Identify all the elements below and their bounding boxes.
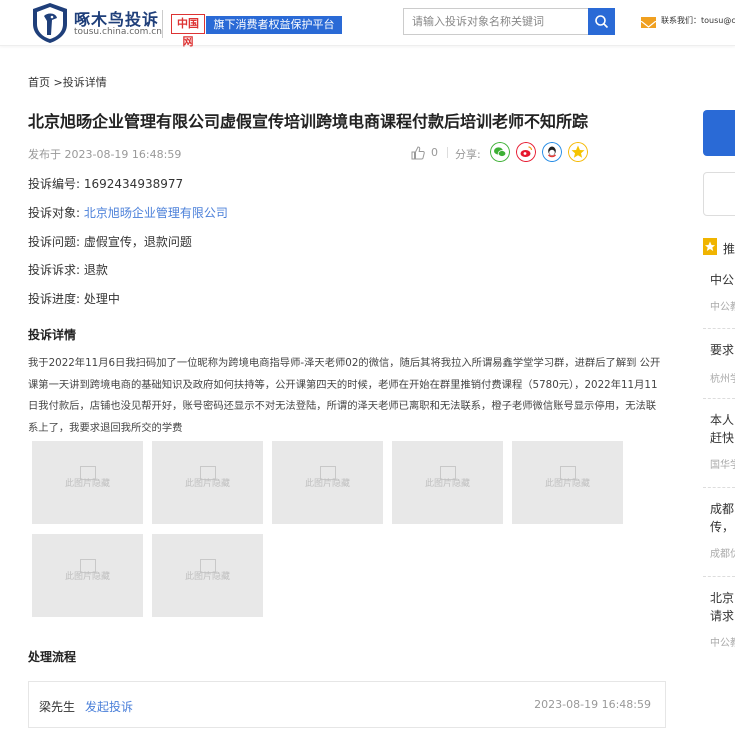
- search-input[interactable]: [403, 8, 588, 35]
- process-entry: 梁先生 发起投诉 2023-08-19 16:48:59: [28, 681, 666, 728]
- field-label: 投诉诉求:: [28, 263, 81, 277]
- image-thumbnail[interactable]: 此图片隐藏: [152, 441, 263, 524]
- image-placeholder-text: 此图片隐藏: [544, 479, 590, 489]
- image-placeholder-text: 此图片隐藏: [184, 572, 230, 582]
- sidebar-divider: [703, 487, 735, 488]
- sidebar-list-source: 成都优: [710, 549, 735, 560]
- slogan-banner: 旗下消费者权益保护平台: [206, 16, 342, 34]
- qzone-icon[interactable]: [568, 142, 588, 162]
- breadcrumb-separator: >: [50, 76, 63, 89]
- brand-domain: tousu.china.com.cn: [74, 27, 162, 37]
- field-value: 处理中: [83, 292, 120, 306]
- image-thumbnail[interactable]: 此图片隐藏: [152, 534, 263, 617]
- process-time: 2023-08-19 16:48:59: [534, 698, 651, 711]
- image-placeholder-text: 此图片隐藏: [184, 479, 230, 489]
- header-divider: [162, 10, 163, 38]
- field-value: 1692434938977: [83, 177, 184, 191]
- like-count: 0: [431, 146, 438, 159]
- breadcrumb: 首页 >投诉详情: [28, 74, 107, 90]
- field-label: 投诉进度:: [28, 292, 81, 306]
- image-placeholder-text: 此图片隐藏: [64, 479, 110, 489]
- woodpecker-logo-icon[interactable]: [30, 2, 70, 44]
- star-icon: [703, 238, 717, 255]
- sidebar-search-box[interactable]: [703, 172, 735, 216]
- sidebar-list-item[interactable]: 本人 赶快: [710, 411, 734, 447]
- field-label: 投诉编号:: [28, 177, 81, 191]
- wechat-icon[interactable]: [490, 142, 510, 162]
- sidebar-list-source: 中公教: [710, 638, 735, 649]
- image-thumbnail[interactable]: 此图片隐藏: [392, 441, 503, 524]
- qq-icon[interactable]: [542, 142, 562, 162]
- sidebar-list-source: 国华学: [710, 460, 735, 471]
- site-header: 啄木鸟投诉 tousu.china.com.cn 中国网 旗下消费者权益保护平台…: [0, 0, 735, 48]
- share-label: 分享:: [455, 148, 481, 161]
- page-title: 北京旭旸企业管理有限公司虚假宣传培训跨境电商课程付款后培训老师不知所踪: [28, 112, 589, 131]
- sidebar-list-item[interactable]: 要求: [710, 341, 734, 359]
- image-placeholder-text: 此图片隐藏: [304, 479, 350, 489]
- sidebar-list-item[interactable]: 成都 传，: [710, 500, 734, 536]
- process-heading: 处理流程: [28, 650, 77, 664]
- mail-icon: [640, 17, 657, 28]
- field-complaint-progress: 投诉进度: 处理中: [28, 290, 120, 307]
- image-thumbnail[interactable]: 此图片隐藏: [32, 534, 143, 617]
- complaint-description: 我于2022年11月6日我扫码加了一位昵称为跨境电商指导师-泽天老师02的微信，…: [28, 357, 661, 434]
- sidebar-list-source: 杭州学: [710, 374, 735, 385]
- field-complaint-id: 投诉编号: 1692434938977: [28, 175, 183, 192]
- search-button[interactable]: [588, 8, 615, 35]
- sidebar-divider: [703, 576, 735, 577]
- sidebar-list-item[interactable]: 北京 请求: [710, 589, 734, 625]
- publish-time: 发布于 2023-08-19 16:48:59: [28, 148, 182, 161]
- field-value: 虚假宣传，退款问题: [83, 235, 192, 249]
- image-placeholder-text: 此图片隐藏: [424, 479, 470, 489]
- sidebar-divider: [703, 328, 735, 329]
- image-thumbnail[interactable]: 此图片隐藏: [272, 441, 383, 524]
- company-link[interactable]: 北京旭旸企业管理有限公司: [84, 206, 228, 220]
- process-action[interactable]: 发起投诉: [85, 698, 133, 715]
- sidebar-recommend-title: 推: [723, 242, 735, 256]
- weibo-icon[interactable]: [516, 142, 536, 162]
- image-thumbnail[interactable]: 此图片隐藏: [32, 441, 143, 524]
- field-label: 投诉对象:: [28, 206, 81, 220]
- sidebar-list-source: 中公教: [710, 302, 735, 313]
- partner-logo[interactable]: 中国网: [171, 14, 205, 48]
- image-placeholder-text: 此图片隐藏: [64, 572, 110, 582]
- details-heading: 投诉详情: [28, 328, 77, 342]
- share-divider: [447, 147, 448, 158]
- sidebar-divider: [703, 398, 735, 399]
- field-complaint-issue: 投诉问题: 虚假宣传，退款问题: [28, 233, 192, 250]
- sidebar-complaint-button[interactable]: [703, 110, 735, 156]
- contact-info[interactable]: 联系我们：tousu@c: [661, 15, 735, 26]
- field-value: 退款: [83, 263, 108, 277]
- sidebar-list-item[interactable]: 中公: [710, 271, 734, 289]
- breadcrumb-home[interactable]: 首页: [28, 76, 50, 89]
- field-complaint-target: 投诉对象: 北京旭旸企业管理有限公司: [28, 204, 228, 221]
- breadcrumb-current: 投诉详情: [62, 76, 107, 89]
- field-label: 投诉问题:: [28, 235, 81, 249]
- search-icon: [595, 15, 609, 29]
- thumbs-up-icon[interactable]: [411, 146, 425, 160]
- process-user: 梁先生: [39, 700, 76, 714]
- field-complaint-demand: 投诉诉求: 退款: [28, 261, 108, 278]
- image-thumbnail[interactable]: 此图片隐藏: [512, 441, 623, 524]
